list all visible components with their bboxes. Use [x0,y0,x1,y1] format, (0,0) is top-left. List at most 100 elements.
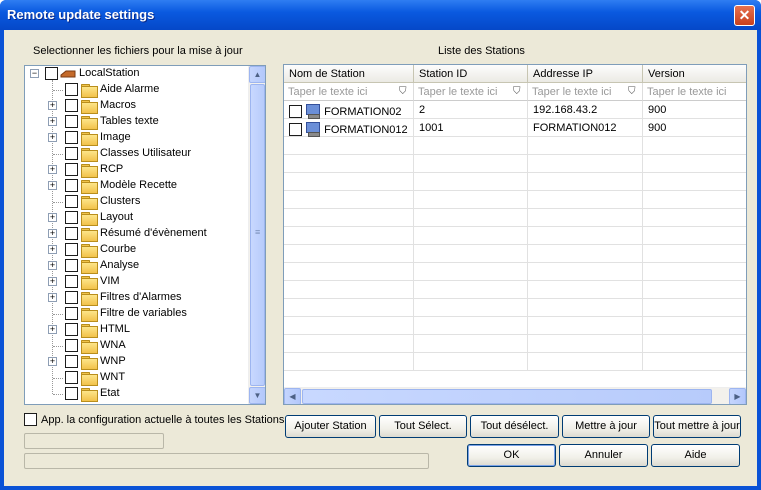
tree-checkbox[interactable] [65,259,78,272]
tree-checkbox[interactable] [65,99,78,112]
scroll-right-arrow-icon[interactable]: ▶ [729,388,746,404]
tree-item[interactable]: WNA [25,338,247,354]
tree-root-localstation[interactable]: − LocalStation [25,66,247,82]
tree-checkbox[interactable] [45,67,58,80]
add-station-button[interactable]: Ajouter Station [285,415,376,438]
filter-version[interactable]: Taper le texte ici [643,83,746,101]
tree-item[interactable]: + Modèle Recette [25,178,247,194]
tree-item[interactable]: Etat [25,386,247,402]
column-header-ip-address[interactable]: Addresse IP [528,65,643,83]
expand-icon[interactable]: + [48,293,57,302]
tree-item[interactable]: + Filtres d'Alarmes [25,290,247,306]
ok-button[interactable]: OK [467,444,556,467]
tree-checkbox[interactable] [65,307,78,320]
tree-item[interactable]: + WNP [25,354,247,370]
expand-icon[interactable]: + [48,357,57,366]
column-header-station-id[interactable]: Station ID [414,65,528,83]
tree-item-label: WNT [100,371,126,383]
deselect-all-button[interactable]: Tout désélect. [470,415,559,438]
expand-icon[interactable]: + [48,133,57,142]
tree-checkbox[interactable] [65,387,78,400]
tree-item[interactable]: Clusters [25,194,247,210]
close-button[interactable]: ✕ [734,5,755,26]
update-all-button[interactable]: Tout mettre à jour [653,415,741,438]
tree-item[interactable]: Classes Utilisateur [25,146,247,162]
cancel-button[interactable]: Annuler [559,444,648,467]
filter-icon[interactable]: ⛉ [628,86,640,98]
expand-icon[interactable]: + [48,229,57,238]
filter-station-name[interactable]: Taper le texte ici ⛉ [284,83,414,101]
tree-checkbox[interactable] [65,227,78,240]
expand-icon[interactable]: + [48,117,57,126]
filter-icon[interactable]: ⛉ [399,86,411,98]
expand-icon[interactable]: + [48,261,57,270]
column-header-version[interactable]: Version [643,65,746,83]
grid-scroll-thumb[interactable] [302,389,712,404]
scroll-up-arrow-icon[interactable]: ▲ [249,66,265,83]
select-all-button[interactable]: Tout Sélect. [379,415,467,438]
expand-icon[interactable]: + [48,181,57,190]
tree-checkbox[interactable] [65,195,78,208]
version-cell: 900 [643,101,746,119]
tree-checkbox[interactable] [65,115,78,128]
tree-item-label: Image [100,131,131,143]
tree-checkbox[interactable] [65,131,78,144]
expand-icon[interactable]: + [48,101,57,110]
column-header-station-name[interactable]: Nom de Station [284,65,414,83]
tree-checkbox[interactable] [65,83,78,96]
collapse-icon[interactable]: − [30,69,39,78]
empty-cell [284,155,414,173]
tree-item[interactable]: + Analyse [25,258,247,274]
tree-item[interactable]: + VIM [25,274,247,290]
update-button[interactable]: Mettre à jour [562,415,650,438]
grid-horizontal-scrollbar[interactable]: ◀ ▶ [284,387,746,404]
tree-checkbox[interactable] [65,355,78,368]
tree-vertical-scrollbar[interactable]: ▲ ≡ ▼ [248,66,265,404]
scroll-down-arrow-icon[interactable]: ▼ [249,387,265,404]
row-checkbox[interactable] [289,123,302,136]
help-button[interactable]: Aide [651,444,740,467]
tree-item[interactable]: Aide Alarme [25,82,247,98]
expand-icon[interactable]: + [48,325,57,334]
tree-checkbox[interactable] [65,211,78,224]
expand-icon[interactable]: + [48,165,57,174]
empty-cell [414,335,528,353]
empty-cell [284,137,414,155]
tree-item[interactable]: + Image [25,130,247,146]
tree-item[interactable]: + Macros [25,98,247,114]
tree-item[interactable]: + Layout [25,210,247,226]
tree-checkbox[interactable] [65,147,78,160]
tree-item[interactable]: WNT [25,370,247,386]
apply-all-checkbox[interactable] [24,413,37,426]
tree-item[interactable]: Filtre de variables [25,306,247,322]
tree-scroll-thumb[interactable]: ≡ [250,84,265,386]
row-checkbox[interactable] [289,105,302,118]
tree-item[interactable]: + Courbe [25,242,247,258]
tree-connector [53,346,63,347]
table-row-name-cell[interactable]: FORMATION02 [284,101,414,119]
tree-item[interactable]: + Tables texte [25,114,247,130]
tree-checkbox[interactable] [65,291,78,304]
tree-item[interactable]: + RCP [25,162,247,178]
tree-checkbox[interactable] [65,339,78,352]
scroll-left-arrow-icon[interactable]: ◀ [284,388,301,404]
table-row-name-cell[interactable]: FORMATION012 [284,119,414,137]
tree-checkbox[interactable] [65,275,78,288]
expand-icon[interactable]: + [48,213,57,222]
tree-checkbox[interactable] [65,163,78,176]
file-tree[interactable]: ▲ ≡ ▼ − LocalStation Aide Alarme + Macros + Ta… [24,65,266,405]
tree-item-label: Tables texte [100,115,159,127]
tree-checkbox[interactable] [65,323,78,336]
filter-ip-address[interactable]: Taper le texte ici ⛉ [528,83,643,101]
filter-icon[interactable]: ⛉ [513,86,525,98]
tree-item[interactable]: + HTML [25,322,247,338]
tree-checkbox[interactable] [65,243,78,256]
tree-checkbox[interactable] [65,371,78,384]
folder-icon [81,228,98,242]
filter-station-id[interactable]: Taper le texte ici ⛉ [414,83,528,101]
expand-icon[interactable]: + [48,277,57,286]
tree-item[interactable]: + Résumé d'évènement [25,226,247,242]
expand-icon[interactable]: + [48,245,57,254]
tree-item-label: WNP [100,355,126,367]
tree-checkbox[interactable] [65,179,78,192]
